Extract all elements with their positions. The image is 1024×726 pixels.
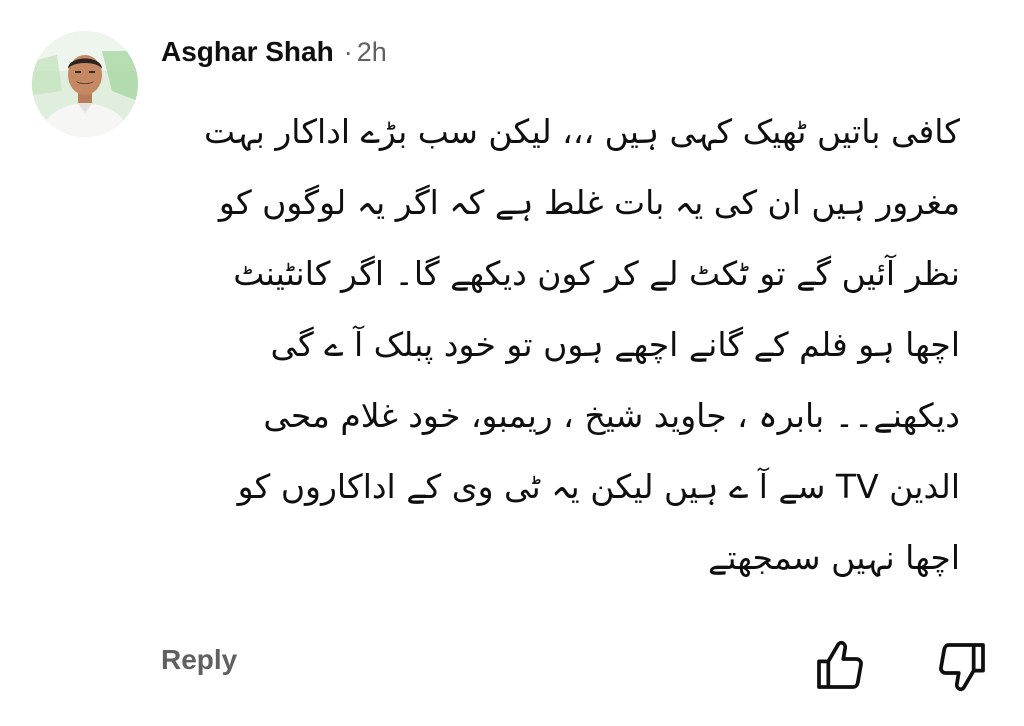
comment-item: Asghar Shah · 2h کافی باتیں ٹھیک کہی ہیں… — [0, 0, 1024, 726]
author-name[interactable]: Asghar Shah — [161, 36, 334, 68]
comment-line: الدین TV سے آ ے ہیں لیکن یہ ٹی وی کے ادا… — [237, 467, 960, 506]
comment-text: کافی باتیں ٹھیک کہی ہیں ،،، لیکن سب بڑے … — [160, 96, 960, 593]
comment-line: مغرور ہیں ان کی یہ بات غلط ہے کہ اگر یہ … — [218, 183, 960, 222]
comment-line: اچھا ہو فلم کے گانے اچھے ہوں تو خود پبلک… — [270, 325, 960, 364]
meta-separator: · — [343, 36, 353, 67]
avatar[interactable] — [32, 31, 138, 137]
comment-line: اچھا نہیں سمجھتے — [708, 538, 960, 577]
comment-line: دیکھنے۔۔ بابرہ ، جاوید شیخ ، ریمبو، خود … — [263, 396, 960, 435]
dislike-button[interactable] — [934, 638, 990, 694]
comment-line: کافی باتیں ٹھیک کہی ہیں ،،، لیکن سب بڑے … — [203, 112, 960, 151]
comment-line: نظر آئیں گے تو ٹکٹ لے کر کون دیکھے گا۔ ا… — [233, 254, 960, 293]
thumb-down-icon — [939, 643, 985, 692]
comment-actions: Reply — [0, 630, 1024, 700]
like-button[interactable] — [812, 638, 868, 694]
timestamp: 2h — [356, 36, 387, 67]
avatar-photo — [32, 31, 138, 137]
reply-button[interactable]: Reply — [161, 644, 237, 676]
thumb-up-icon — [817, 640, 863, 689]
comment-header: Asghar Shah · 2h — [161, 32, 387, 72]
